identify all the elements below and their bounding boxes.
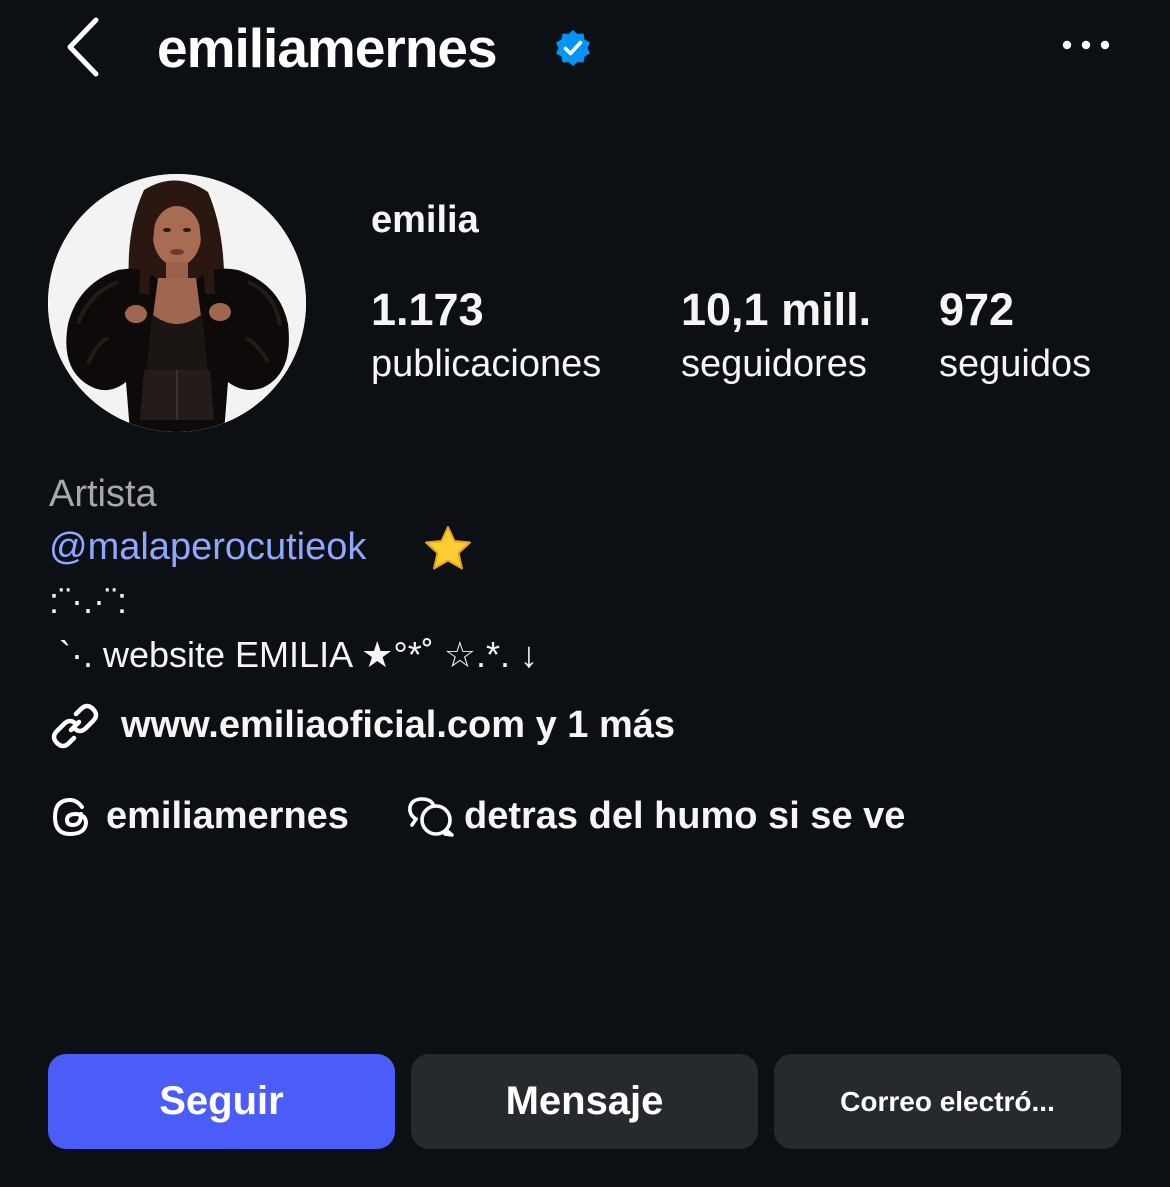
- threads-icon: [52, 797, 89, 837]
- bio-mention-link[interactable]: @malaperocutieok: [49, 525, 366, 569]
- follow-button[interactable]: Seguir: [48, 1054, 395, 1149]
- threads-handle-link[interactable]: emiliamernes: [106, 793, 349, 839]
- link-icon: [51, 703, 99, 749]
- email-button[interactable]: Correo electró...: [774, 1054, 1121, 1149]
- profile-display-name: emilia: [371, 199, 479, 241]
- profile-username-title: emiliamernes: [157, 17, 498, 79]
- more-options-icon[interactable]: [1058, 30, 1114, 60]
- bio-text-line: `·. website EMILIA ★°*˚ ☆.*. ↓: [49, 634, 539, 675]
- followers-count[interactable]: 10,1 mill.: [681, 284, 871, 336]
- message-button[interactable]: Mensaje: [411, 1054, 758, 1149]
- bio-text-line: :¨·.·¨:: [49, 580, 127, 621]
- star-emoji-icon: [425, 526, 471, 570]
- profile-avatar[interactable]: [48, 174, 306, 432]
- avatar-photo: [48, 174, 306, 432]
- posts-count[interactable]: 1.173: [371, 284, 484, 336]
- bio-website-link[interactable]: www.emiliaoficial.com y 1 más: [121, 702, 675, 748]
- bio-note-text[interactable]: detras del humo si se ve: [464, 793, 905, 839]
- following-label[interactable]: seguidos: [939, 342, 1091, 386]
- profile-category: Artista: [49, 473, 157, 515]
- verified-badge-icon: [556, 30, 590, 66]
- followers-label[interactable]: seguidores: [681, 342, 867, 386]
- back-chevron-icon[interactable]: [60, 14, 108, 80]
- following-count[interactable]: 972: [939, 284, 1014, 336]
- chat-bubbles-icon: [408, 797, 454, 837]
- posts-label[interactable]: publicaciones: [371, 342, 601, 386]
